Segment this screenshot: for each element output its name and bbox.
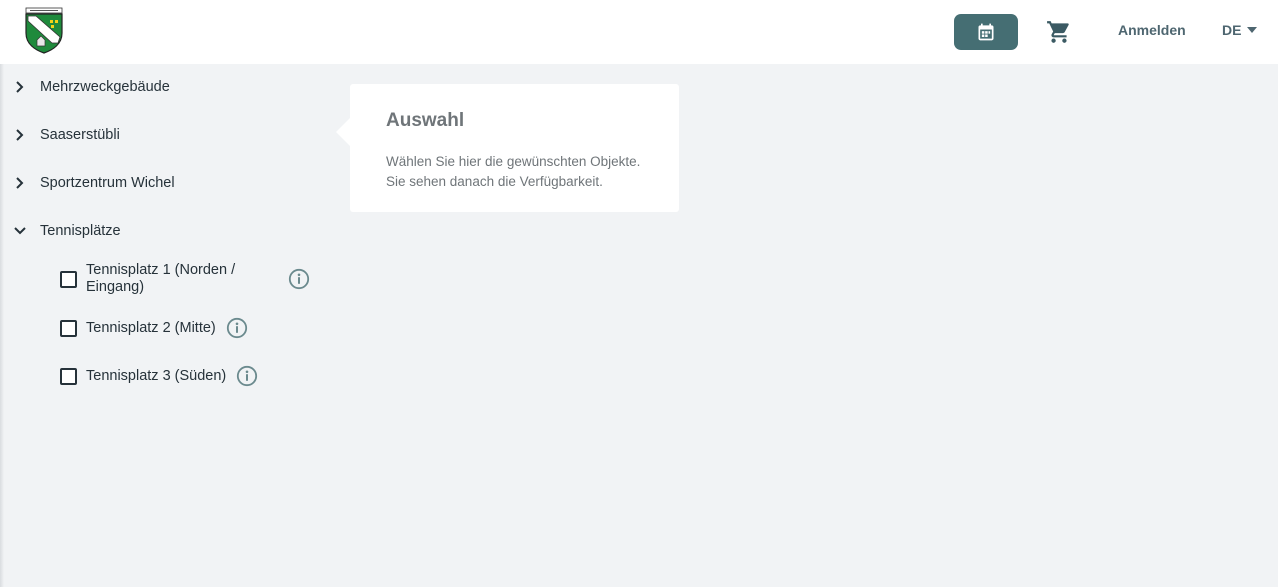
municipal-coat-of-arms-icon[interactable] xyxy=(24,7,64,54)
chevron-right-icon xyxy=(10,125,30,145)
top-bar: Anmelden DE xyxy=(0,0,1278,64)
calendar-icon xyxy=(978,23,994,41)
caret-down-icon xyxy=(1247,27,1258,33)
card-body-line-2: Sie sehen danach die Verfügbarkeit. xyxy=(386,174,603,189)
tree-group-label: Tennisplätze xyxy=(40,223,121,239)
calendar-button[interactable] xyxy=(954,14,1018,50)
language-select[interactable]: DE xyxy=(1222,22,1258,38)
card-body: Wählen Sie hier die gewünschten Objekte.… xyxy=(386,152,666,192)
chevron-right-icon xyxy=(10,77,30,97)
tree-group-mehrzweckgebaeude[interactable]: Mehrzweckgebäude xyxy=(10,73,170,101)
tree-group-label: Mehrzweckgebäude xyxy=(40,79,170,95)
login-link[interactable]: Anmelden xyxy=(1118,22,1186,38)
tree-group-label: Saaserstübli xyxy=(40,127,120,143)
tree-item-label[interactable]: Tennisplatz 2 (Mitte) xyxy=(86,320,216,337)
info-icon[interactable] xyxy=(236,365,258,387)
tennisplatz-1-checkbox[interactable] xyxy=(60,270,77,288)
tree-group-tennisplaetze[interactable]: Tennisplätze xyxy=(10,217,121,245)
tree-group-sportzentrum-wichel[interactable]: Sportzentrum Wichel xyxy=(10,169,175,197)
chevron-down-icon xyxy=(10,221,30,241)
info-icon[interactable] xyxy=(226,317,248,339)
card-body-line-1: Wählen Sie hier die gewünschten Objekte. xyxy=(386,154,641,169)
tennisplatz-2-checkbox[interactable] xyxy=(60,319,77,337)
language-value: DE xyxy=(1222,22,1242,38)
selection-hint-card: Auswahl Wählen Sie hier die gewünschten … xyxy=(336,84,679,212)
tree-item-label[interactable]: Tennisplatz 3 (Süden) xyxy=(86,368,226,385)
left-edge-shadow xyxy=(0,0,4,587)
tennisplatz-3-checkbox[interactable] xyxy=(60,367,77,385)
tree-item-tennisplatz-1: Tennisplatz 1 (Norden / Eingang) xyxy=(60,262,310,296)
shopping-cart-icon xyxy=(1047,21,1069,43)
tree-item-label-line-1: Tennisplatz 1 (Norden / xyxy=(86,262,236,278)
tree-group-saaserstuebli[interactable]: Saaserstübli xyxy=(10,121,120,149)
tree-item-tennisplatz-2: Tennisplatz 2 (Mitte) xyxy=(60,317,248,339)
tree-group-label: Sportzentrum Wichel xyxy=(40,175,175,191)
tree-item-label[interactable]: Tennisplatz 1 (Norden / Eingang) xyxy=(86,262,280,296)
chevron-right-icon xyxy=(10,173,30,193)
tree-item-tennisplatz-3: Tennisplatz 3 (Süden) xyxy=(60,365,258,387)
tree-item-label-line-2: Eingang) xyxy=(86,279,145,295)
card-title: Auswahl xyxy=(386,110,465,131)
cart-button[interactable] xyxy=(1045,18,1073,46)
info-icon[interactable] xyxy=(288,268,310,290)
